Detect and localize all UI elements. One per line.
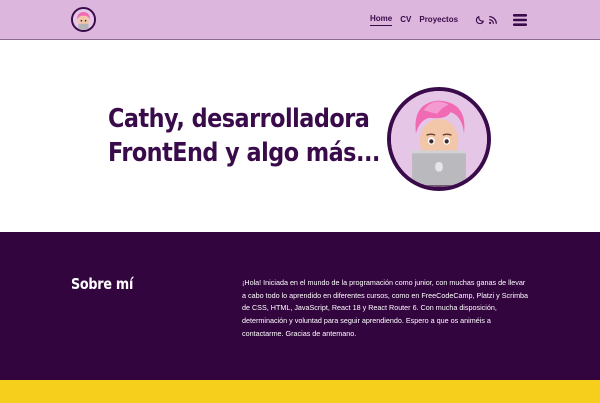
nav-home[interactable]: Home xyxy=(370,14,393,26)
hero-title-line1: Cathy, desarrolladora xyxy=(108,104,370,134)
moon-icon[interactable] xyxy=(475,12,485,30)
nav-cv[interactable]: CV xyxy=(400,15,411,26)
hero-title-line2: FrontEnd y algo más... xyxy=(108,138,380,168)
rss-icon[interactable] xyxy=(488,12,498,30)
hero-title: Cathy, desarrolladora FrontEnd y algo má… xyxy=(108,102,380,170)
about-heading: Sobre mí xyxy=(71,275,134,293)
hero-avatar xyxy=(387,87,491,191)
hero-section: Cathy, desarrolladora FrontEnd y algo má… xyxy=(0,41,600,232)
footer-strip xyxy=(0,380,600,403)
menu-icon[interactable] xyxy=(513,13,527,31)
about-section: Sobre mí ¡Hola! Iniciada en el mundo de … xyxy=(0,232,600,380)
main-nav: Home CV Proyectos xyxy=(370,0,466,40)
nav-proyectos[interactable]: Proyectos xyxy=(419,15,458,26)
site-header: Home CV Proyectos xyxy=(0,0,600,40)
logo-avatar[interactable] xyxy=(71,7,96,32)
memoji-laptop-icon xyxy=(391,91,487,187)
about-text: ¡Hola! Iniciada en el mundo de la progra… xyxy=(242,278,529,338)
memoji-icon xyxy=(73,9,94,30)
